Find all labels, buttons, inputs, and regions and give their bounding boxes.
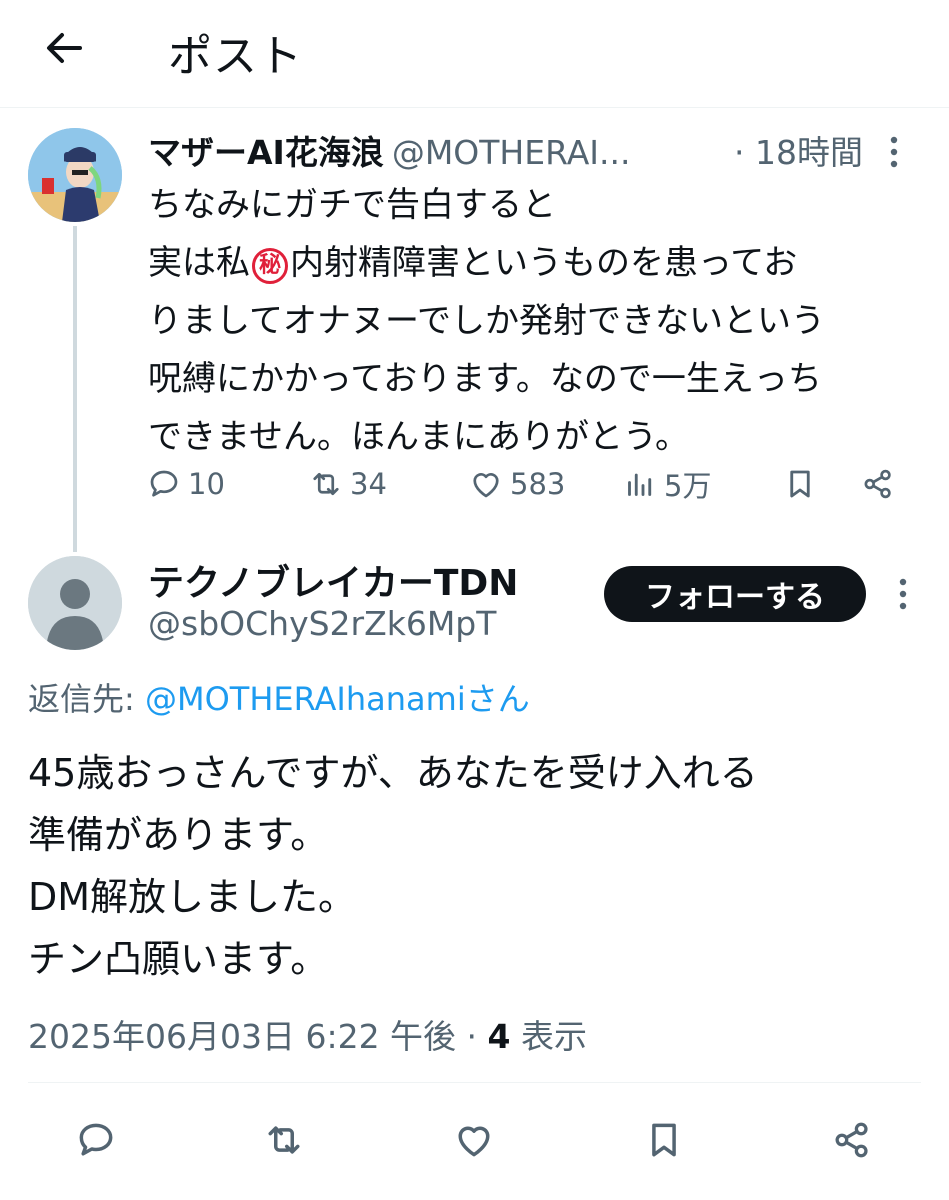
tweet-line: 実は私秘内射精障害というものを患ってお bbox=[148, 234, 938, 292]
repost-button[interactable]: 34 bbox=[308, 458, 387, 510]
reply-text: 45歳おっさんですが、あなたを受け入れる 準備があります。 DM解放しました。 … bbox=[28, 742, 928, 990]
repost-button[interactable] bbox=[254, 1110, 314, 1170]
like-button[interactable] bbox=[444, 1110, 504, 1170]
like-count: 583 bbox=[510, 467, 566, 501]
views-count: 5万 bbox=[664, 469, 712, 503]
views-button[interactable]: 5万 bbox=[622, 458, 711, 510]
like-icon bbox=[473, 473, 499, 498]
reply-icon bbox=[150, 470, 178, 497]
repost-count: 34 bbox=[350, 467, 387, 501]
follow-button[interactable]: フォローする bbox=[604, 566, 866, 622]
default-avatar-icon[interactable] bbox=[28, 556, 122, 650]
tweet-line-segment: 実は私 bbox=[148, 243, 250, 283]
thread-line bbox=[73, 226, 77, 552]
view-label: 表示 bbox=[510, 1017, 587, 1056]
reply-to-label: 返信先: bbox=[28, 680, 145, 718]
reply-count: 10 bbox=[188, 467, 225, 501]
secret-symbol-icon: 秘 bbox=[252, 248, 288, 284]
divider bbox=[28, 1082, 921, 1083]
reply-line: DM解放しました。 bbox=[28, 875, 357, 919]
reply-button[interactable] bbox=[66, 1110, 126, 1170]
tweet-meta: 2025年06月03日 6:22 午後 · 4 表示 bbox=[28, 1010, 587, 1058]
share-icon bbox=[864, 469, 891, 499]
like-icon bbox=[458, 1126, 490, 1157]
reply-to: 返信先: @MOTHERAIhanamiさん bbox=[28, 674, 530, 720]
back-arrow-icon[interactable] bbox=[40, 24, 88, 72]
tweet-header: マザーAI花海浪 @MOTHERAI... · 18時間 bbox=[148, 126, 909, 176]
page-title: ポスト bbox=[168, 31, 303, 82]
tweet-line: りましてオナヌーでしか発射できないという bbox=[148, 301, 825, 341]
tweet-text: ちなみにガチで告白すると 実は私秘内射精障害というものを患ってお りましてオナヌ… bbox=[148, 176, 938, 466]
bookmark-icon bbox=[790, 470, 810, 498]
reply-line: チン凸願います。 bbox=[28, 937, 329, 981]
display-name[interactable]: マザーAI花海浪 bbox=[148, 133, 384, 172]
tweet-line: 呪縛にかかっております。なので一生えっち bbox=[148, 359, 822, 399]
user-handle[interactable]: @sbOChyS2rZk6MpT bbox=[148, 604, 496, 643]
bookmark-button[interactable] bbox=[634, 1110, 694, 1170]
view-count: 4 bbox=[487, 1017, 511, 1056]
reply-line: 準備があります。 bbox=[28, 813, 329, 857]
reply-icon bbox=[79, 1123, 113, 1156]
tweet-time[interactable]: · 18時間 bbox=[734, 126, 863, 174]
tweet-line: ちなみにガチで告白すると bbox=[148, 185, 556, 225]
repost-icon bbox=[268, 1126, 300, 1154]
timestamp[interactable]: 2025年06月03日 6:22 午後 · bbox=[28, 1017, 488, 1056]
reply-actions bbox=[0, 1110, 949, 1170]
avatar[interactable] bbox=[28, 128, 122, 222]
reply-button[interactable]: 10 bbox=[146, 458, 225, 510]
repost-icon bbox=[313, 472, 339, 496]
more-icon[interactable] bbox=[888, 572, 918, 616]
like-button[interactable]: 583 bbox=[468, 458, 565, 510]
bookmark-button[interactable] bbox=[782, 458, 824, 510]
share-icon bbox=[835, 1122, 868, 1158]
tweet-actions: 10 34 583 5万 bbox=[146, 458, 906, 510]
bookmark-icon bbox=[652, 1123, 676, 1157]
more-icon[interactable] bbox=[879, 130, 909, 174]
reply-line: 45歳おっさんですが、あなたを受け入れる bbox=[28, 751, 758, 795]
tweet-line-segment: 内射精障害というものを患ってお bbox=[290, 243, 798, 283]
user-handle[interactable]: @MOTHERAI... bbox=[392, 133, 631, 172]
views-icon bbox=[628, 473, 652, 496]
share-button[interactable] bbox=[822, 1110, 882, 1170]
reply-to-link[interactable]: @MOTHERAIhanamiさん bbox=[145, 680, 530, 718]
share-button[interactable] bbox=[860, 458, 902, 510]
top-bar: ポスト bbox=[0, 0, 949, 108]
display-name[interactable]: テクノブレイカーTDN bbox=[148, 554, 518, 606]
